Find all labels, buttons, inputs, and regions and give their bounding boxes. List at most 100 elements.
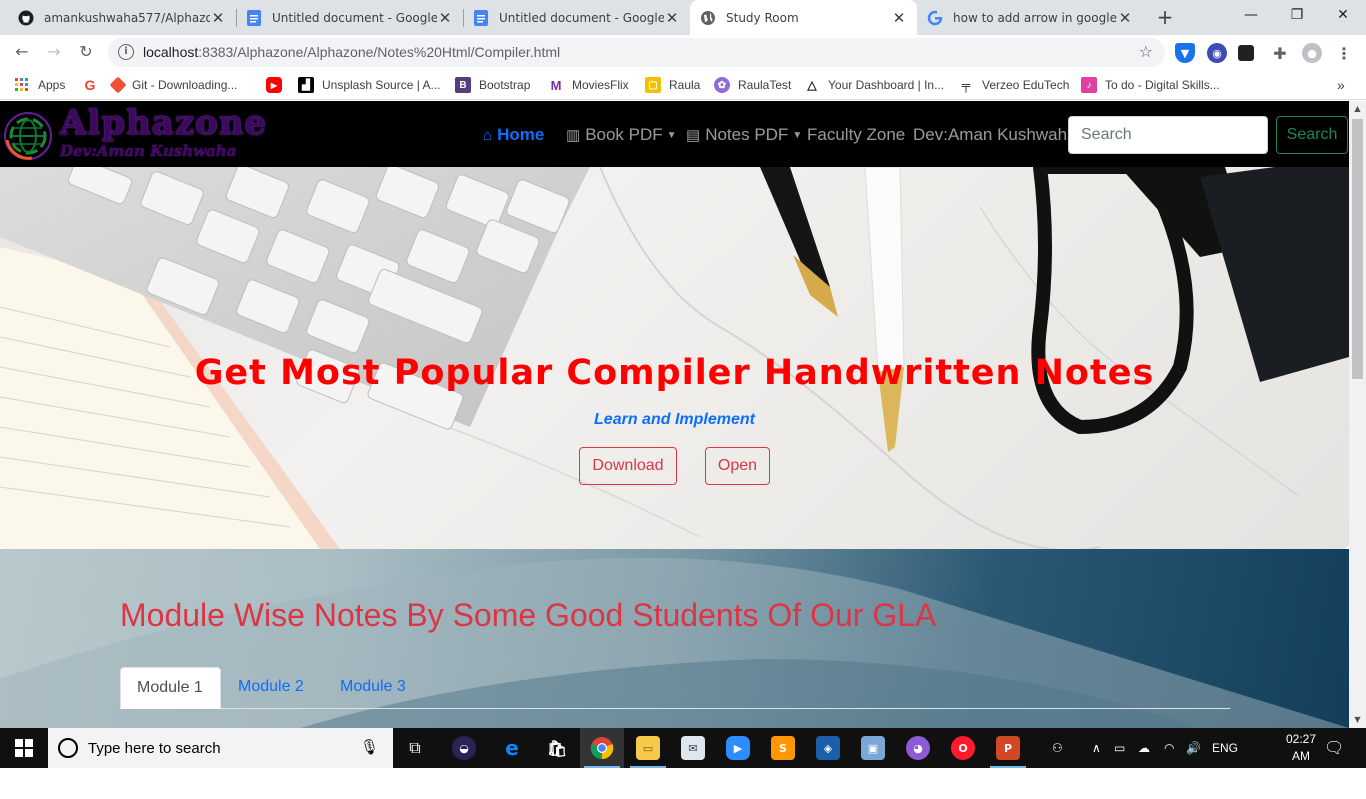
browser-tab[interactable]: amankushwaha577/Alphazone ✕ xyxy=(8,0,236,35)
page-scrollbar[interactable]: ▲ ▼ xyxy=(1349,101,1366,728)
bookmark-dashboard[interactable]: △ Your Dashboard | In... xyxy=(804,76,944,94)
bookmark-git[interactable]: Git - Downloading... xyxy=(109,76,238,94)
eclipse-icon[interactable]: ◒ xyxy=(442,728,486,768)
site-search-input[interactable] xyxy=(1068,116,1268,154)
sublime-text-icon[interactable]: S xyxy=(761,728,805,768)
puzzle-extensions-icon[interactable]: ✚ xyxy=(1270,43,1290,63)
scrollbar-thumb[interactable] xyxy=(1352,119,1363,379)
browser-tab-active[interactable]: Study Room ✕ xyxy=(690,0,917,35)
tab-title: Untitled document - Google Do xyxy=(272,10,437,25)
github-desktop-icon[interactable]: ◕ xyxy=(896,728,940,768)
home-icon: ⌂ xyxy=(483,126,493,144)
language-indicator[interactable]: ENG xyxy=(1212,728,1238,768)
cat-extension-icon[interactable]: ◉ xyxy=(1207,43,1227,63)
cube-extension-icon[interactable] xyxy=(1238,45,1254,61)
volume-icon[interactable]: 🔊 xyxy=(1186,728,1201,768)
presentation-icon[interactable]: ▣ xyxy=(851,728,895,768)
browser-tab[interactable]: Untitled document - Google Do ✕ xyxy=(236,0,463,35)
bookmark-youtube[interactable]: ▶ xyxy=(266,76,290,94)
bookmark-unsplash[interactable]: ▟ Unsplash Source | A... xyxy=(298,76,441,94)
tab-title: Untitled document - Google Do xyxy=(499,10,664,25)
microphone-icon[interactable]: 🎙 xyxy=(360,738,379,756)
nav-home[interactable]: ⌂ Home xyxy=(483,125,544,145)
chrome-menu-icon[interactable]: ⋮ xyxy=(1334,43,1354,63)
close-tab-icon[interactable]: ✕ xyxy=(437,9,453,27)
close-tab-icon[interactable]: ✕ xyxy=(891,9,907,27)
onedrive-cloud-icon[interactable]: ☁ xyxy=(1138,728,1150,768)
hero-banner: Get Most Popular Compiler Handwritten No… xyxy=(0,167,1349,549)
site-logo[interactable]: Alphazone Dev:Aman Kushwaha xyxy=(2,103,272,162)
new-tab-button[interactable]: + xyxy=(1153,5,1177,29)
store-icon[interactable]: 🛍 xyxy=(535,728,579,768)
file-explorer-icon[interactable]: ▭ xyxy=(626,728,670,768)
wifi-icon[interactable]: ◠ xyxy=(1164,728,1174,768)
brand-subtitle: Dev:Aman Kushwaha xyxy=(60,142,237,160)
download-button[interactable]: Download xyxy=(579,447,677,485)
bookmark-apps[interactable]: Apps xyxy=(14,76,65,94)
url-text[interactable]: localhost:8383/Alphazone/Alphazone/Notes… xyxy=(143,44,560,60)
tab-module-2[interactable]: Module 2 xyxy=(222,667,320,709)
battery-icon[interactable]: ▭ xyxy=(1114,728,1125,768)
bookmark-moviesflix[interactable]: M MoviesFlix xyxy=(548,76,629,94)
people-icon[interactable]: ⚇ xyxy=(1052,728,1063,768)
taskbar-clock[interactable]: 02:27 AM 20-11-2020 xyxy=(1276,731,1326,799)
scroll-down-arrow-icon[interactable]: ▼ xyxy=(1349,712,1366,728)
dashboard-icon: △ xyxy=(804,77,820,93)
browser-tab[interactable]: Untitled document - Google Do ✕ xyxy=(463,0,690,35)
close-window-button[interactable]: ✕ xyxy=(1320,0,1366,32)
close-tab-icon[interactable]: ✕ xyxy=(210,9,226,27)
nav-notes-pdf[interactable]: ▤ Notes PDF ▼ xyxy=(686,125,802,145)
url-host: localhost xyxy=(143,44,199,60)
mail-file-icon[interactable]: ✉ xyxy=(671,728,715,768)
hero-title: Get Most Popular Compiler Handwritten No… xyxy=(194,353,1155,393)
address-bar[interactable]: i localhost:8383/Alphazone/Alphazone/Not… xyxy=(108,38,1165,67)
taskbar-search-box[interactable]: Type here to search 🎙 xyxy=(48,728,393,768)
tab-module-3[interactable]: Module 3 xyxy=(324,667,422,709)
bookmark-label: Verzeo EduTech xyxy=(982,78,1070,92)
back-arrow-icon[interactable]: ← xyxy=(10,40,34,64)
nav-faculty-zone[interactable]: Faculty Zone xyxy=(807,125,905,145)
close-tab-icon[interactable]: ✕ xyxy=(1117,9,1133,27)
bookmark-label: MoviesFlix xyxy=(572,78,629,92)
close-tab-icon[interactable]: ✕ xyxy=(664,9,680,27)
tab-title: how to add arrow in google do xyxy=(953,10,1117,25)
bookmark-verzeo[interactable]: ╤ Verzeo EduTech xyxy=(958,76,1069,94)
scroll-up-arrow-icon[interactable]: ▲ xyxy=(1349,101,1366,117)
windows-start-button[interactable] xyxy=(0,728,48,768)
google-icon: G xyxy=(84,77,96,93)
powerpoint-icon[interactable]: P xyxy=(986,728,1030,768)
edge-icon[interactable]: e xyxy=(490,728,534,768)
bookmark-raulatest[interactable]: ✿ RaulaTest xyxy=(714,76,791,94)
bookmark-todo[interactable]: ♪ To do - Digital Skills... xyxy=(1081,76,1220,94)
site-info-icon[interactable]: i xyxy=(118,44,134,60)
action-center-icon[interactable]: 🗨 xyxy=(1324,728,1344,768)
zoom-icon[interactable]: ▶ xyxy=(716,728,760,768)
nav-dev[interactable]: Dev:Aman Kushwaha xyxy=(913,125,1076,145)
tab-module-1[interactable]: Module 1 xyxy=(120,667,221,709)
bookmark-bootstrap[interactable]: B Bootstrap xyxy=(455,76,530,94)
virtualbox-icon[interactable]: ◈ xyxy=(806,728,850,768)
shield-extension-icon[interactable]: ▼ xyxy=(1175,43,1195,63)
profile-avatar-icon[interactable]: ● xyxy=(1302,43,1322,63)
module-tabs: Module 1 Module 2 Module 3 xyxy=(120,667,1230,709)
bookmark-label: Git - Downloading... xyxy=(132,78,238,92)
bookmark-google[interactable]: G xyxy=(82,76,106,94)
site-search-button[interactable]: Search xyxy=(1276,116,1348,154)
bookmark-label: Unsplash Source | A... xyxy=(322,78,441,92)
forward-arrow-icon[interactable]: → xyxy=(42,40,66,64)
bookmark-star-icon[interactable]: ☆ xyxy=(1139,42,1153,61)
show-hidden-icons-chevron[interactable]: ∧ xyxy=(1092,728,1101,768)
more-bookmarks-chevron-icon[interactable]: » xyxy=(1337,76,1345,94)
browser-tab[interactable]: how to add arrow in google do ✕ xyxy=(917,0,1143,35)
opera-icon[interactable]: O xyxy=(941,728,985,768)
book-icon: ▥ xyxy=(566,127,581,144)
minimize-button[interactable]: — xyxy=(1228,0,1274,32)
task-view-icon[interactable]: ⧉ xyxy=(393,728,437,768)
maximize-button[interactable]: ❐ xyxy=(1274,0,1320,32)
bookmark-raula[interactable]: ▢ Raula xyxy=(645,76,700,94)
chrome-icon[interactable] xyxy=(580,728,624,768)
google-docs-icon xyxy=(246,9,262,26)
open-button[interactable]: Open xyxy=(705,447,770,485)
nav-book-pdf[interactable]: ▥ Book PDF ▼ xyxy=(566,125,677,145)
reload-icon[interactable]: ↻ xyxy=(74,40,98,64)
